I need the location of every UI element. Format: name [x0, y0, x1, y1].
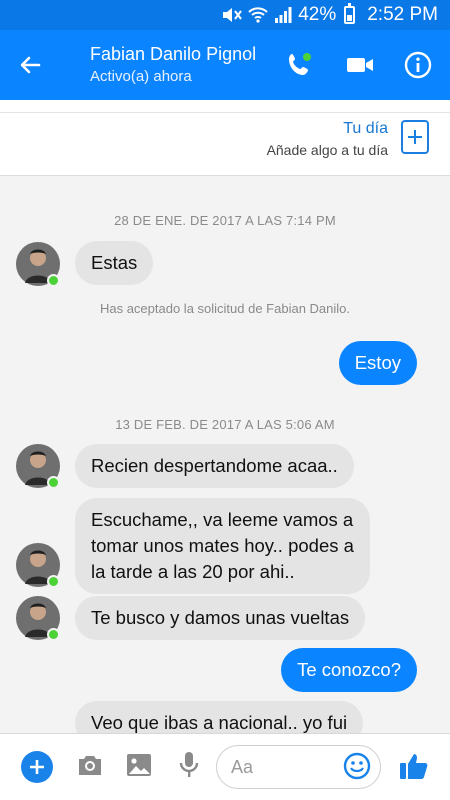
video-camera-icon [347, 58, 373, 72]
conversation-header: Fabian Danilo Pignol Activo(a) ahora [0, 30, 450, 100]
voice-message-button[interactable] [172, 748, 206, 782]
video-call-button[interactable] [342, 47, 378, 83]
info-icon [404, 51, 432, 79]
message-list: 28 DE ENE. DE 2017 A LAS 7:14 PM Estas H… [0, 177, 450, 733]
timestamp: 28 DE ENE. DE 2017 A LAS 7:14 PM [114, 213, 336, 228]
timestamp: 13 DE FEB. DE 2017 A LAS 5:06 AM [115, 417, 335, 432]
battery-percent: 42% [298, 4, 337, 25]
back-arrow-icon [20, 56, 41, 74]
incoming-message[interactable]: Estas [75, 241, 154, 285]
camera-button[interactable] [73, 748, 107, 782]
your-day-subtitle: Añade algo a tu día [266, 142, 388, 158]
your-day-title[interactable]: Tu día [343, 120, 388, 138]
emoji-button[interactable] [343, 752, 371, 780]
mute-icon [222, 7, 243, 23]
avatar[interactable] [15, 443, 61, 489]
image-icon [127, 754, 151, 776]
avatar[interactable] [15, 241, 61, 287]
info-button[interactable] [400, 47, 436, 83]
battery-icon [344, 3, 356, 24]
more-actions-button[interactable] [21, 751, 53, 783]
back-button[interactable] [12, 47, 48, 83]
clock: 2:52 PM [367, 4, 438, 25]
gallery-button[interactable] [122, 748, 156, 782]
your-day-card: Tu día Añade algo a tu día [0, 100, 450, 176]
wifi-icon [248, 7, 268, 23]
smiley-icon [343, 752, 371, 780]
plus-icon [408, 130, 422, 144]
avatar[interactable] [15, 595, 61, 641]
incoming-message[interactable]: Te busco y damos unas vueltas [75, 596, 366, 640]
microphone-icon [179, 752, 199, 777]
contact-name[interactable]: Fabian Danilo Pignol [90, 44, 256, 65]
like-button[interactable] [398, 750, 432, 784]
thumbs-up-icon [400, 754, 428, 779]
contact-status: Activo(a) ahora [90, 68, 192, 85]
incoming-message[interactable]: Recien despertandome acaa.. [75, 444, 354, 488]
outgoing-message[interactable]: Te conozco? [281, 648, 417, 692]
avatar[interactable] [15, 542, 61, 588]
incoming-message[interactable]: Veo que ibas a nacional.. yo fui [75, 701, 364, 733]
online-indicator [47, 575, 60, 588]
voice-call-button[interactable] [282, 47, 318, 83]
signal-icon [274, 7, 292, 23]
status-bar: 42% 2:52 PM [0, 0, 450, 30]
online-indicator [47, 476, 60, 489]
outgoing-message[interactable]: Estoy [338, 341, 417, 385]
add-to-day-button[interactable] [401, 120, 429, 154]
camera-icon [79, 756, 101, 775]
message-composer [0, 733, 450, 800]
online-indicator [47, 274, 60, 287]
online-indicator [47, 628, 60, 641]
incoming-message[interactable]: Escuchame,, va leeme vamos a tomar unos … [75, 498, 370, 594]
phone-icon [289, 53, 311, 75]
plus-icon [30, 760, 44, 774]
system-notice: Has aceptado la solicitud de Fabian Dani… [99, 301, 351, 316]
